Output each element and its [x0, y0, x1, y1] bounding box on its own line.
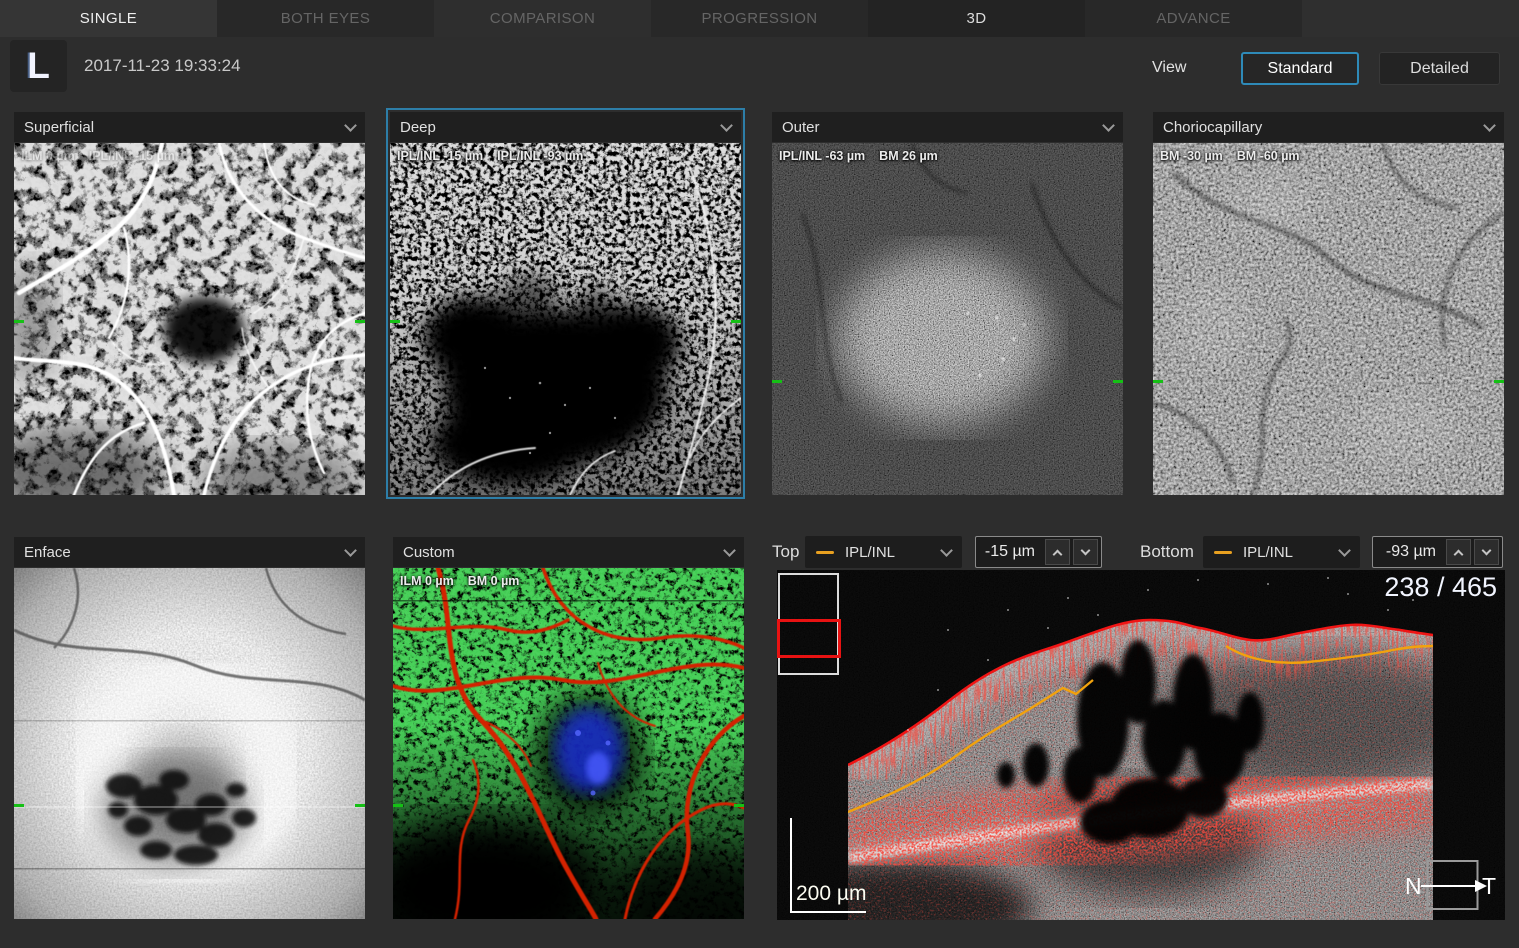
outer-angiogram-rendering [772, 143, 1123, 495]
bscan-position-tick [355, 320, 365, 323]
scale-label: 200 µm [796, 882, 866, 906]
chevron-down-icon [1482, 545, 1492, 555]
standard-view-button[interactable]: Standard [1241, 52, 1359, 85]
panel-title: Deep [400, 119, 722, 136]
chevron-down-icon [1483, 119, 1496, 132]
panel-deep: Deep [390, 112, 741, 495]
top-offset-stepper[interactable]: -15 µm [975, 536, 1102, 568]
custom-layer-dropdown[interactable]: Custom [393, 537, 744, 567]
bscan-position-tick [393, 804, 403, 807]
deep-angiogram-rendering [390, 143, 741, 495]
panel-custom: Custom [393, 537, 744, 919]
bscan-position-tick [390, 320, 400, 323]
bottom-offset-increase-button[interactable] [1446, 539, 1471, 565]
bottom-offset-stepper[interactable]: -93 µm [1372, 536, 1503, 568]
panel-title: Enface [24, 544, 346, 561]
chevron-up-icon [1454, 549, 1464, 559]
top-offset-increase-button[interactable] [1045, 539, 1070, 565]
panel-title: Custom [403, 544, 725, 561]
chevron-down-icon [1081, 545, 1091, 555]
layer-line-swatch [1214, 551, 1232, 554]
chevron-down-icon [344, 544, 357, 557]
bscan-position-tick [355, 804, 365, 807]
view-label: View [1152, 59, 1186, 77]
tab-advance[interactable]: ADVANCE [1085, 0, 1302, 37]
layer-boundary-overlay: ILM 0 µmIPL/INL -15 µm [21, 149, 175, 163]
layer-boundary-overlay: IPL/INL -63 µmBM 26 µm [779, 149, 938, 163]
tab-comparison[interactable]: COMPARISON [434, 0, 651, 37]
chevron-down-icon [720, 119, 733, 132]
chevron-up-icon [1053, 549, 1063, 559]
panel-title: Choriocapillary [1163, 119, 1485, 136]
nasal-label: N [1405, 873, 1422, 899]
bscan-navigator-current-slab[interactable] [777, 619, 841, 658]
outer-angiogram-image[interactable]: IPL/INL -63 µmBM 26 µm [772, 143, 1123, 495]
chevron-down-icon [1338, 544, 1351, 557]
panel-superficial: Superficial [14, 112, 365, 495]
panel-outer: Outer IPL/INL -63 µmBM 26 µm [772, 112, 1123, 495]
top-offset-value: -15 µm [985, 543, 1035, 561]
scale-bar [790, 818, 792, 913]
chevron-down-icon [1102, 119, 1115, 132]
choriocapillary-angiogram-rendering [1153, 143, 1504, 495]
bscan-position-tick [14, 320, 24, 323]
choriocapillary-layer-dropdown[interactable]: Choriocapillary [1153, 112, 1504, 142]
outer-layer-dropdown[interactable]: Outer [772, 112, 1123, 142]
top-offset-decrease-button[interactable] [1073, 539, 1098, 565]
tab-3d[interactable]: 3D [868, 0, 1085, 37]
enface-layer-dropdown[interactable]: Enface [14, 537, 365, 567]
panel-enface: Enface [14, 537, 365, 919]
enface-rendering [14, 568, 365, 919]
enface-structural-image[interactable] [14, 568, 365, 919]
frame-counter: 238 / 465 [1384, 572, 1497, 603]
detailed-view-button[interactable]: Detailed [1379, 52, 1500, 85]
bscan-position-tick [772, 380, 782, 383]
tab-single[interactable]: SINGLE [0, 0, 217, 37]
top-layer-dropdown[interactable]: IPL/INL [805, 536, 962, 568]
layer-boundary-overlay: ILM 0 µmBM 0 µm [400, 574, 519, 588]
layer-boundary-overlay: BM -30 µmBM -60 µm [1160, 149, 1300, 163]
orientation-indicator: N T [1405, 858, 1497, 914]
deep-angiogram-image[interactable]: IPL/INL -15 µmIPL/INL -93 µm [390, 143, 741, 495]
custom-composite-image[interactable]: ILM 0 µmBM 0 µm [393, 568, 744, 919]
bscan-position-tick [14, 804, 24, 807]
bottom-offset-decrease-button[interactable] [1474, 539, 1499, 565]
deep-layer-dropdown[interactable]: Deep [390, 112, 741, 142]
custom-composite-rendering [393, 568, 744, 919]
superficial-angiogram-rendering [14, 143, 365, 495]
bscan-position-tick [731, 320, 741, 323]
temporal-label: T [1482, 873, 1496, 899]
bscan-position-tick [1113, 380, 1123, 383]
bscan-position-tick [734, 804, 744, 807]
bottom-offset-value: -93 µm [1386, 543, 1436, 561]
exam-datetime: 2017-11-23 19:33:24 [84, 56, 241, 76]
top-layer-value: IPL/INL [845, 544, 942, 561]
tab-both-eyes[interactable]: BOTH EYES [217, 0, 434, 37]
choriocapillary-angiogram-image[interactable]: BM -30 µmBM -60 µm [1153, 143, 1504, 495]
bscan-image[interactable]: 238 / 465 200 µm N T [777, 570, 1505, 920]
view-mode-tab-bar: SINGLE BOTH EYES COMPARISON PROGRESSION … [0, 0, 1519, 37]
eye-laterality-badge: L [10, 40, 67, 92]
chevron-down-icon [940, 544, 953, 557]
superficial-layer-dropdown[interactable]: Superficial [14, 112, 365, 142]
tab-progression[interactable]: PROGRESSION [651, 0, 868, 37]
top-boundary-label: Top [772, 542, 799, 562]
panel-title: Superficial [24, 119, 346, 136]
layer-boundary-overlay: IPL/INL -15 µmIPL/INL -93 µm [397, 149, 583, 163]
bottom-layer-dropdown[interactable]: IPL/INL [1203, 536, 1360, 568]
superficial-angiogram-image[interactable]: ILM 0 µmIPL/INL -15 µm [14, 143, 365, 495]
bscan-position-tick [1153, 380, 1163, 383]
chevron-down-icon [344, 119, 357, 132]
layer-line-swatch [816, 551, 834, 554]
bscan-position-tick [1494, 380, 1504, 383]
panel-choriocapillary: Choriocapillary BM -30 µmBM -60 µm [1153, 112, 1504, 495]
scale-bar [790, 911, 866, 913]
panel-title: Outer [782, 119, 1104, 136]
bscan-tissue-rendering [848, 570, 1433, 920]
bottom-layer-value: IPL/INL [1243, 544, 1340, 561]
chevron-down-icon [723, 544, 736, 557]
bottom-boundary-label: Bottom [1140, 542, 1194, 562]
